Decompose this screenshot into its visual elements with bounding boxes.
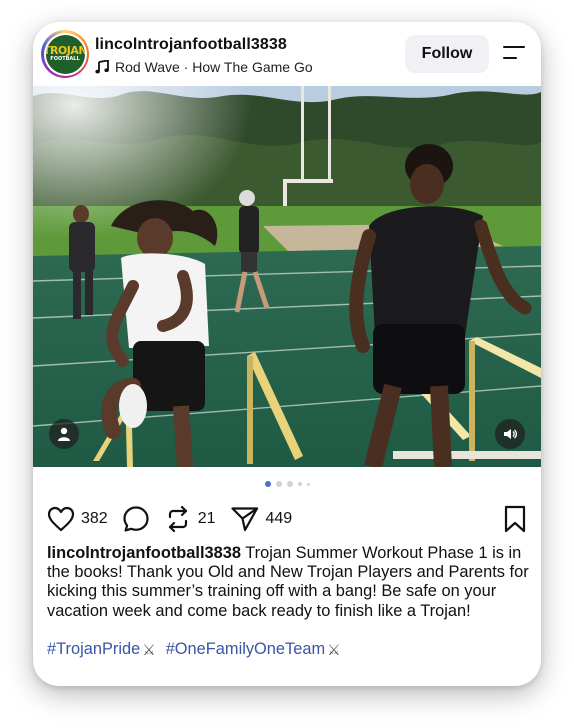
comment-action[interactable]	[122, 505, 150, 533]
avatar[interactable]: TROJAN FOOTBALL	[41, 30, 89, 78]
music-note-icon	[95, 60, 109, 74]
carousel-dot	[275, 481, 282, 487]
carousel-indicator	[33, 481, 541, 487]
like-action[interactable]: 382	[47, 506, 108, 532]
hashtag-link[interactable]: #OneFamilyOneTeam	[166, 640, 325, 659]
sound-toggle-button[interactable]	[495, 419, 525, 449]
repost-action[interactable]: 21	[164, 505, 216, 533]
team-logo: TROJAN FOOTBALL	[45, 34, 85, 74]
user-icon	[58, 427, 70, 441]
carousel-dot	[286, 481, 293, 487]
repost-count: 21	[197, 510, 216, 527]
post-photo[interactable]	[33, 86, 541, 467]
track-workout-photo	[33, 86, 541, 467]
carousel-dot	[306, 482, 310, 486]
logo-text-bottom: FOOTBALL	[50, 56, 80, 62]
like-count: 382	[81, 510, 108, 527]
post-card: TROJAN FOOTBALL lincolntrojanfootball383…	[33, 22, 541, 686]
caption-username[interactable]: lincolntrojanfootball3838	[47, 544, 241, 562]
post-header: TROJAN FOOTBALL lincolntrojanfootball383…	[33, 22, 541, 86]
bookmark-icon[interactable]	[503, 505, 527, 533]
user-tag-button[interactable]	[49, 419, 79, 449]
logo-text-top: TROJAN	[45, 44, 85, 57]
crossed-swords-emoji: ⚔	[142, 640, 156, 659]
account-name[interactable]: lincolntrojanfootball3838	[95, 36, 287, 54]
carousel-dot	[297, 482, 302, 486]
hashtag-link[interactable]: #TrojanPride	[47, 640, 140, 659]
action-bar: 382 21 449	[47, 502, 527, 536]
send-icon	[230, 507, 258, 532]
share-action[interactable]: 449	[230, 505, 293, 533]
follow-button[interactable]: Follow	[405, 35, 489, 73]
speaker-icon	[504, 429, 518, 439]
post-caption: lincolntrojanfootball3838 Trojan Summer …	[47, 544, 531, 621]
crossed-swords-emoji: ⚔	[327, 640, 341, 659]
menu-icon[interactable]	[501, 44, 527, 62]
comment-bubble-icon	[123, 506, 149, 532]
repost-icon	[168, 505, 187, 533]
heart-icon	[47, 506, 75, 532]
music-title: Rod Wave · How The Game Go	[115, 59, 313, 75]
hashtag-row: #TrojanPride ⚔ #OneFamilyOneTeam ⚔	[47, 640, 351, 659]
share-count: 449	[265, 510, 293, 527]
carousel-dot	[264, 481, 271, 487]
music-info[interactable]: Rod Wave · How The Game Go	[95, 58, 313, 76]
